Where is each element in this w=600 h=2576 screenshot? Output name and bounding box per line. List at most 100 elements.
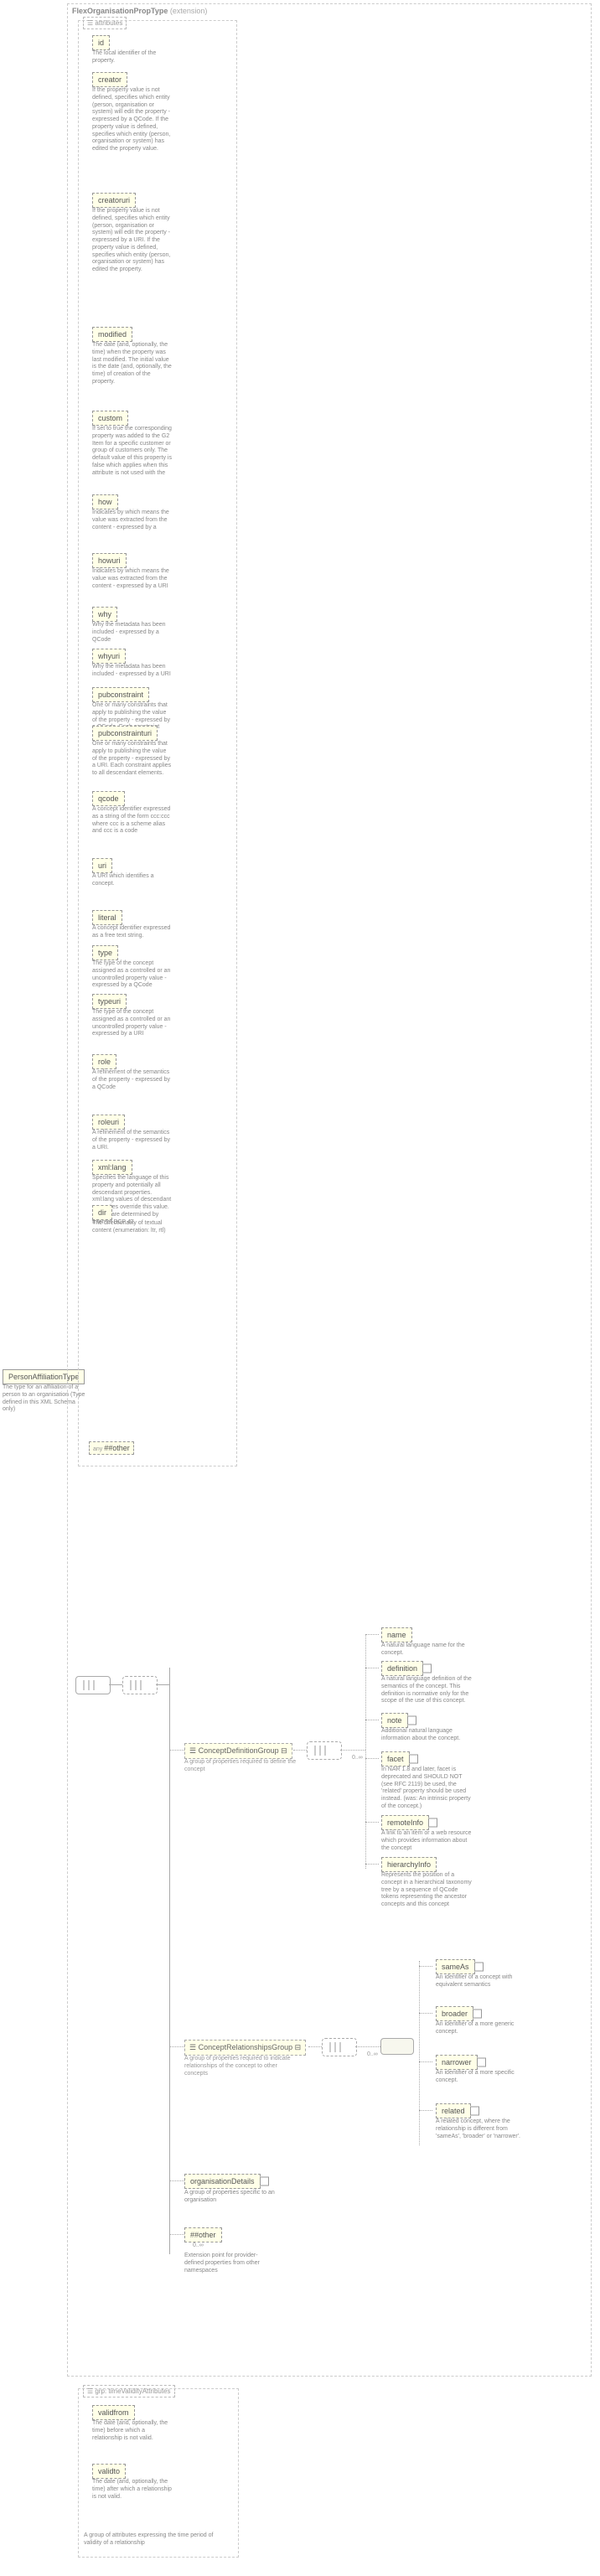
line-crg-out	[308, 2046, 322, 2048]
attr-howuri: howuri	[92, 553, 127, 568]
seq-cdg	[307, 1741, 342, 1760]
cdg-desc-facet: In NAR 1.8 and later, facet is deprecate…	[381, 1766, 473, 1811]
line-cdg-item-0	[365, 1634, 379, 1636]
card-other: 0..∞	[193, 2242, 204, 2248]
attr-desc-dir: The directionality of textual content (e…	[92, 1220, 172, 1235]
cdg-desc-name: A natural language name for the concept.	[381, 1642, 473, 1658]
attr-desc-modified: The date (and, optionally, the time) whe…	[92, 342, 172, 386]
line-seq-outer	[109, 1684, 122, 1685]
attr-how: how	[92, 494, 118, 510]
attr-desc-pubconstrainturi: One or many constraints that apply to pu…	[92, 741, 172, 778]
attr-pubconstraint: pubconstraint	[92, 687, 149, 702]
card-cdg: 0..∞	[352, 1755, 363, 1761]
line-cdg-r	[340, 1750, 365, 1751]
attr-desc-custom: If set to true the corresponding propert…	[92, 426, 172, 477]
attr-desc-creatoruri: If the property value is not defined, sp…	[92, 208, 172, 274]
attr-typeuri: typeuri	[92, 994, 127, 1009]
attr-type: type	[92, 945, 118, 960]
org-details-desc: A group of properties specific to an org…	[184, 2190, 277, 2205]
line-cdg-out	[293, 1750, 307, 1751]
other-desc: Extension point for provider-defined pro…	[184, 2253, 277, 2274]
attr-why: why	[92, 607, 117, 622]
attr-dir: dir	[92, 1205, 112, 1220]
attr-any-other: any ##other	[89, 1441, 134, 1455]
attr-custom: custom	[92, 411, 128, 426]
card-crg: 0..∞	[367, 2051, 378, 2057]
attr-desc-why: Why the metadata has been included - exp…	[92, 622, 172, 644]
line-cdg	[169, 1750, 184, 1751]
other-box: ##other	[184, 2227, 222, 2242]
line-crg-item-0	[419, 1966, 432, 1968]
attr-desc-qcode: A concept identifier expressed as a stri…	[92, 806, 172, 835]
crg-related: related	[436, 2103, 471, 2118]
vline-crg	[419, 1961, 421, 2145]
cdg-desc-note: Additional natural language information …	[381, 1728, 473, 1743]
line-crg-item-2	[419, 2061, 432, 2063]
line-org	[169, 2180, 184, 2182]
attr-desc-typeuri: The type of the concept assigned as a co…	[92, 1009, 172, 1038]
cdg-desc-hierarchyInfo: Represents the position of a concept in …	[381, 1872, 473, 1909]
attr-creator: creator	[92, 72, 127, 87]
line-crg-item-3	[419, 2110, 432, 2112]
attr-desc-roleuri: A refinement of the semantics of the pro…	[92, 1130, 172, 1151]
attr-desc-whyuri: Why the metadata has been included - exp…	[92, 664, 172, 679]
attr-uri: uri	[92, 858, 112, 873]
attr-modified: modified	[92, 327, 132, 342]
tva-desc-validto: The date (and, optionally, the time) aft…	[92, 2479, 172, 2501]
attrs-label: ☰ attributes	[83, 17, 127, 29]
crg-desc-broader: An identifier of a more generic concept.	[436, 2021, 528, 2036]
attr-pubconstrainturi: pubconstrainturi	[92, 726, 158, 741]
crg-narrower: narrower	[436, 2055, 478, 2070]
attr-desc-creator: If the property value is not defined, sp…	[92, 87, 172, 153]
line-crg-r	[355, 2046, 380, 2048]
crg-sameAs: sameAs	[436, 1959, 475, 1974]
attr-roleuri: roleuri	[92, 1115, 125, 1130]
tva-desc-validfrom: The date (and, optionally, the time) bef…	[92, 2420, 172, 2442]
crg-desc-sameAs: An identifier of a concept with equivale…	[436, 1974, 528, 1989]
cdg-definition: definition	[381, 1661, 423, 1676]
line-cdg-item-1	[365, 1668, 379, 1669]
attr-desc-howuri: Indicates by which means the value was e…	[92, 568, 172, 590]
attr-desc-uri: A URI which identifies a concept.	[92, 873, 172, 888]
line-cdg-item-5	[365, 1864, 379, 1865]
attr-desc-literal: A concept identifier expressed as a free…	[92, 925, 172, 940]
seq-crg	[322, 2038, 357, 2056]
concept-def-desc: A group of properties required to define…	[184, 1759, 302, 1774]
crg-desc-narrower: An identifier of a more specific concept…	[436, 2070, 528, 2085]
attr-qcode: qcode	[92, 791, 125, 806]
crg-broader: broader	[436, 2006, 473, 2021]
attr-whyuri: whyuri	[92, 649, 126, 664]
concept-rel-group: ☰ ConceptRelationshipsGroup ⊟	[184, 2040, 306, 2056]
attr-xml:lang: xml:lang	[92, 1160, 132, 1175]
line-crg	[169, 2046, 184, 2048]
attr-desc-role: A refinement of the semantics of the pro…	[92, 1069, 172, 1091]
cdg-facet: facet	[381, 1751, 410, 1766]
attr-desc-how: Indicates by which means the value was e…	[92, 510, 172, 531]
cdg-name: name	[381, 1627, 412, 1642]
ext-header: FlexOrganisationPropType (extension)	[72, 7, 207, 15]
concept-def-group: ☰ ConceptDefinitionGroup ⊟	[184, 1743, 292, 1759]
vline-outer	[169, 1668, 170, 2254]
attr-creatoruri: creatoruri	[92, 193, 136, 208]
attr-desc-type: The type of the concept assigned as a co…	[92, 960, 172, 990]
cdg-hierarchyInfo: hierarchyInfo	[381, 1857, 437, 1872]
line-cdg-item-3	[365, 1758, 379, 1760]
attr-literal: literal	[92, 910, 122, 925]
line-other	[169, 2234, 184, 2236]
org-details-box: organisationDetails	[184, 2174, 261, 2189]
seq-outer	[75, 1676, 111, 1694]
tva-group-desc: A group of attributes expressing the tim…	[84, 2532, 218, 2548]
attr-role: role	[92, 1054, 116, 1069]
tva-validfrom: validfrom	[92, 2405, 135, 2420]
line-seq-outer-2	[156, 1684, 169, 1685]
tva-label: ☰ grp: timeValidityAttributes	[83, 2385, 175, 2398]
seq-outer-2	[122, 1676, 158, 1694]
line-cdg-item-4	[365, 1822, 379, 1823]
attr-desc-id: The local identifier of the property.	[92, 50, 172, 65]
tva-validto: validto	[92, 2464, 126, 2479]
cdg-desc-remoteInfo: A link to an item or a web resource whic…	[381, 1830, 473, 1852]
vline-cdg	[365, 1634, 367, 1869]
cdg-remoteInfo: remoteInfo	[381, 1815, 429, 1830]
line-cdg-item-2	[365, 1720, 379, 1721]
concept-rel-desc: A group of properties required to indica…	[184, 2056, 302, 2077]
